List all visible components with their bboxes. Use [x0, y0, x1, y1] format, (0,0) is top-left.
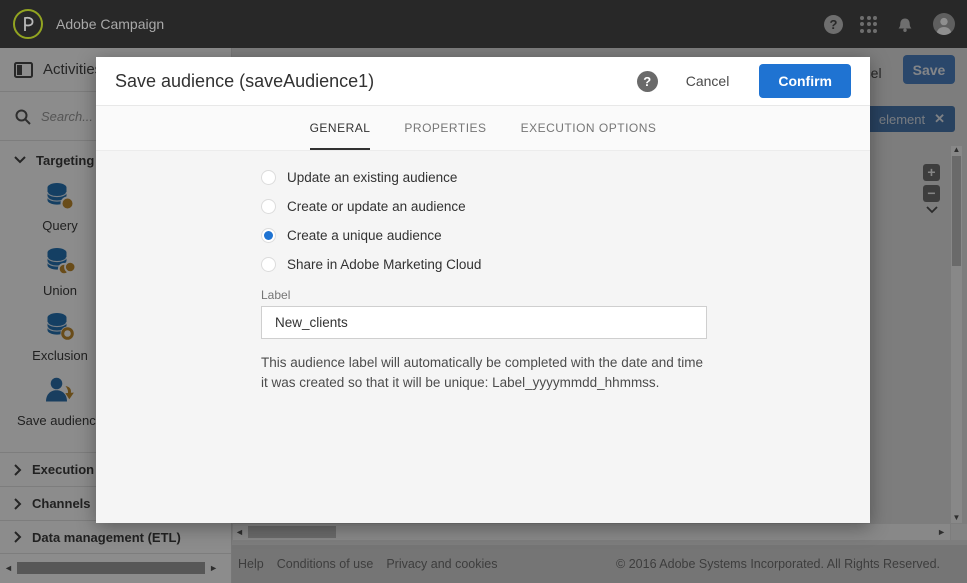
topbar: Adobe Campaign ?	[0, 0, 967, 48]
radio-share-marketing-cloud[interactable]: Share in Adobe Marketing Cloud	[261, 250, 707, 279]
tab-execution-options[interactable]: EXECUTION OPTIONS	[521, 106, 657, 150]
app-grid-icon[interactable]	[860, 15, 877, 33]
tab-properties[interactable]: PROPERTIES	[404, 106, 486, 150]
help-circle-icon[interactable]: ?	[824, 14, 843, 34]
dialog-header: Save audience (saveAudience1) ? Cancel C…	[96, 57, 870, 105]
bell-icon[interactable]	[894, 13, 916, 35]
help-circle-icon[interactable]: ?	[636, 70, 658, 92]
label-field-caption: Label	[261, 288, 291, 302]
radio-icon	[261, 170, 276, 185]
radio-create-unique-audience[interactable]: Create a unique audience	[261, 221, 707, 250]
confirm-button[interactable]: Confirm	[759, 64, 851, 98]
dialog-tabs: GENERAL PROPERTIES EXECUTION OPTIONS	[96, 105, 870, 151]
tab-general[interactable]: GENERAL	[309, 106, 371, 150]
audience-label-input[interactable]	[261, 306, 707, 339]
save-audience-dialog: Save audience (saveAudience1) ? Cancel C…	[96, 57, 870, 523]
cancel-button[interactable]: Cancel	[686, 73, 730, 89]
user-avatar[interactable]	[933, 13, 955, 35]
radio-create-or-update-audience[interactable]: Create or update an audience	[261, 192, 707, 221]
radio-icon	[261, 199, 276, 214]
label-help-text: This audience label will automatically b…	[261, 355, 703, 390]
radio-icon	[261, 257, 276, 272]
dialog-title: Save audience (saveAudience1)	[115, 70, 375, 91]
radio-update-existing-audience[interactable]: Update an existing audience	[261, 163, 707, 192]
adobe-campaign-logo	[13, 9, 43, 39]
dialog-body: Update an existing audience Create or up…	[96, 151, 870, 392]
app-title: Adobe Campaign	[56, 16, 165, 32]
adobe-campaign-app: Adobe Campaign ? Activities Targeting	[0, 0, 967, 583]
radio-icon-selected	[261, 228, 276, 243]
